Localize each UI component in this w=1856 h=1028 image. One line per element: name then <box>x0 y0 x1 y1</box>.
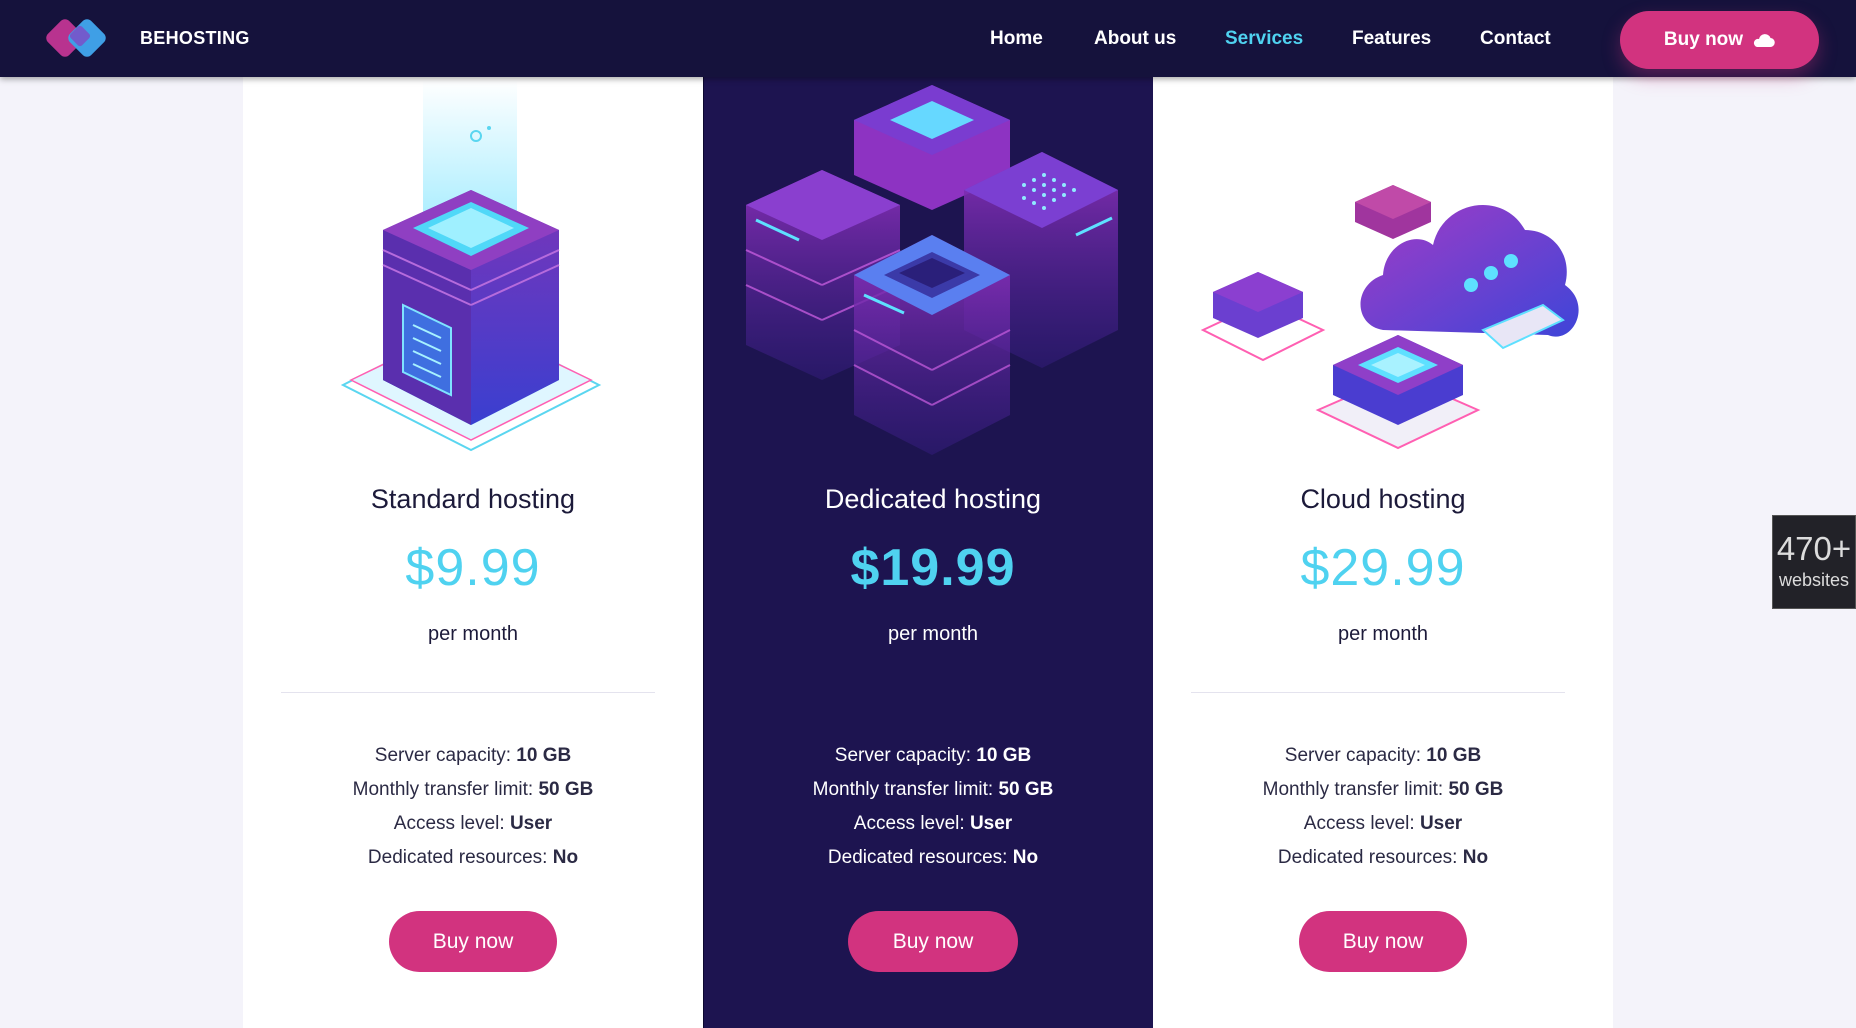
plan-period: per month <box>1337 623 1429 645</box>
feature-server-capacity: Server capacity: 10 GB <box>834 745 1032 766</box>
plan-price: $29.99 <box>1300 539 1466 597</box>
cloud-icon <box>1753 34 1775 48</box>
feature-dedicated-resources: Dedicated resources: No <box>1277 847 1489 868</box>
buy-now-button[interactable]: Buy now <box>1299 911 1467 972</box>
websites-count-widget[interactable]: 470+ websites <box>1772 515 1856 609</box>
feature-transfer-limit: Monthly transfer limit: 50 GB <box>812 779 1054 800</box>
top-navbar: BEHOSTING Home About us Services Feature… <box>0 0 1856 77</box>
divider <box>281 692 655 693</box>
nav-about-us[interactable]: About us <box>1094 28 1176 50</box>
websites-label: websites <box>1778 570 1850 590</box>
main-nav: Home About us Services Features Contact <box>0 28 1856 52</box>
feature-access-level: Access level: User <box>1303 813 1463 834</box>
header-buy-now-label: Buy now <box>1663 29 1744 50</box>
buy-now-button[interactable]: Buy now <box>848 911 1018 972</box>
nav-contact[interactable]: Contact <box>1480 28 1551 50</box>
plan-title: Dedicated hosting <box>824 484 1042 514</box>
feature-dedicated-resources: Dedicated resources: No <box>827 847 1039 868</box>
plan-title: Standard hosting <box>370 484 576 514</box>
header-buy-now-button[interactable]: Buy now <box>1620 11 1819 69</box>
plan-price: $9.99 <box>405 539 541 597</box>
plan-features: Server capacity: 10 GB Monthly transfer … <box>704 739 1162 875</box>
plan-card-dedicated: Dedicated hosting $19.99 per month Serve… <box>703 0 1163 1028</box>
plan-price: $19.99 <box>850 539 1016 597</box>
cloud-server-illustration <box>1200 185 1579 450</box>
plan-features: Server capacity: 10 GB Monthly transfer … <box>243 739 703 875</box>
plan-card-standard: Standard hosting $9.99 per month Server … <box>243 0 703 1028</box>
feature-access-level: Access level: User <box>393 813 553 834</box>
plan-features: Server capacity: 10 GB Monthly transfer … <box>1153 739 1613 875</box>
plan-period: per month <box>427 623 519 645</box>
feature-transfer-limit: Monthly transfer limit: 50 GB <box>1262 779 1504 800</box>
server-cluster-illustration <box>745 85 1118 455</box>
feature-server-capacity: Server capacity: 10 GB <box>374 745 572 766</box>
feature-transfer-limit: Monthly transfer limit: 50 GB <box>352 779 594 800</box>
divider <box>1191 692 1565 693</box>
buy-now-button[interactable]: Buy now <box>389 911 557 972</box>
feature-server-capacity: Server capacity: 10 GB <box>1284 745 1482 766</box>
websites-count: 470+ <box>1776 530 1852 567</box>
nav-home[interactable]: Home <box>990 28 1043 50</box>
feature-access-level: Access level: User <box>853 813 1013 834</box>
nav-services[interactable]: Services <box>1225 28 1303 50</box>
plan-card-cloud: Cloud hosting $29.99 per month Server ca… <box>1153 0 1613 1028</box>
plan-period: per month <box>887 623 979 645</box>
feature-dedicated-resources: Dedicated resources: No <box>367 847 579 868</box>
single-server-illustration <box>340 80 602 452</box>
plan-title: Cloud hosting <box>1300 484 1466 514</box>
nav-features[interactable]: Features <box>1352 28 1431 50</box>
